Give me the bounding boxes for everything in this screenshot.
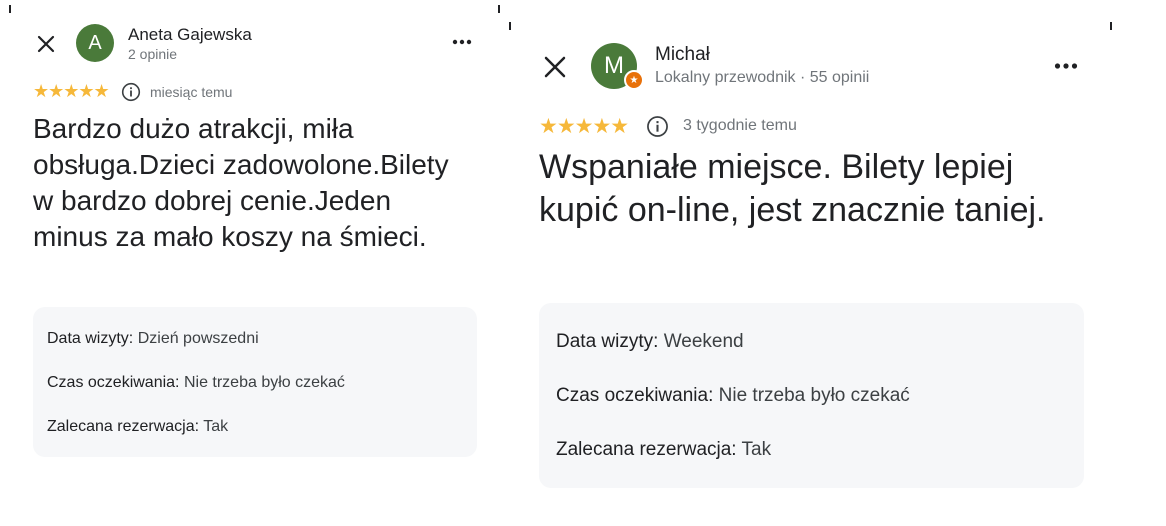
- corner-mark: [9, 5, 11, 13]
- avatar[interactable]: A: [76, 24, 114, 62]
- detail-wait-time: Czas oczekiwania: Nie trzeba było czekać: [556, 385, 910, 406]
- close-icon[interactable]: [37, 35, 55, 53]
- star-icon: ★★★★★: [33, 81, 110, 101]
- close-icon[interactable]: [544, 56, 566, 78]
- more-vert-icon[interactable]: [452, 38, 472, 46]
- local-guide-star-icon: ★: [624, 70, 644, 90]
- detail-wait-time: Czas oczekiwania: Nie trzeba było czekać: [47, 374, 345, 391]
- detail-visit-date: Data wizyty: Weekend: [556, 331, 744, 352]
- corner-mark: [498, 5, 500, 13]
- author-name[interactable]: Aneta Gajewska: [128, 25, 252, 45]
- author-name[interactable]: Michał: [655, 44, 710, 66]
- rating-stars: ★★★★★: [539, 114, 629, 139]
- info-icon[interactable]: [121, 82, 141, 102]
- detail-reservation: Zalecana rezerwacja: Tak: [556, 439, 772, 460]
- detail-reservation: Zalecana rezerwacja: Tak: [47, 418, 229, 435]
- corner-mark: [509, 22, 511, 30]
- review-time: miesiąc temu: [150, 84, 233, 100]
- rating-stars: ★★★★★: [33, 81, 110, 102]
- review-text: Wspaniałe miejsce. Bilety lepiej kupić o…: [539, 148, 1046, 229]
- corner-mark: [1110, 22, 1112, 30]
- author-subtitle: Lokalny przewodnik · 55 opinii: [655, 69, 870, 86]
- author-subtitle: 2 opinie: [128, 46, 178, 62]
- more-vert-icon[interactable]: [1054, 62, 1078, 70]
- info-icon[interactable]: [646, 115, 669, 138]
- star-icon: ★★★★★: [539, 115, 629, 138]
- detail-visit-date: Data wizyty: Dzień powszedni: [47, 330, 259, 347]
- review-time: 3 tygodnie temu: [683, 117, 797, 134]
- review-text: Bardzo dużo atrakcji, miła obsługa.Dziec…: [33, 113, 449, 252]
- visit-details: Data wizyty: Weekend Czas oczekiwania: N…: [539, 303, 1084, 488]
- visit-details: Data wizyty: Dzień powszedni Czas oczeki…: [33, 307, 477, 457]
